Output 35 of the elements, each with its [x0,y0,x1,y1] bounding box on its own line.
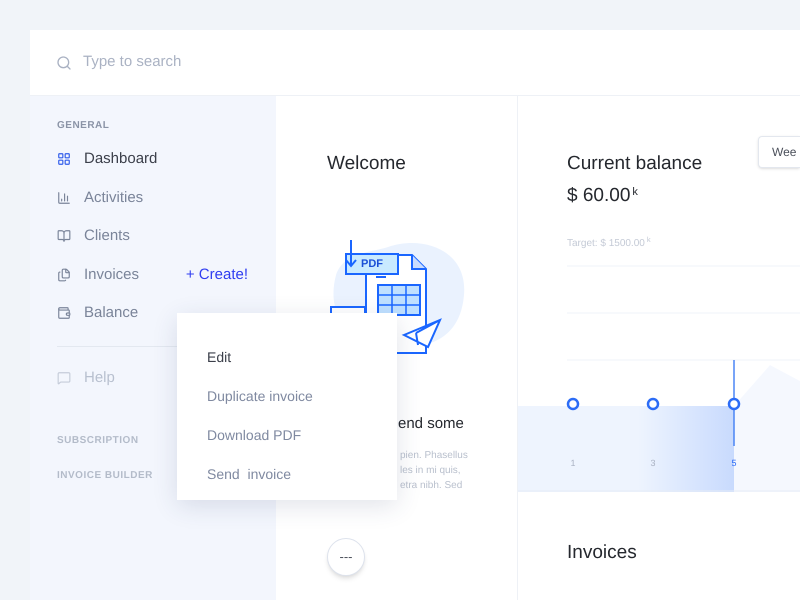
period-button[interactable]: Wee [758,136,800,168]
search-icon [56,54,72,70]
sidebar-item[interactable]: Activities [57,186,144,209]
bar-chart-icon [57,190,71,205]
documents-icon [57,268,71,282]
welcome-text: pien. Phasellus les in mi quis, etra nibh. Sed [400,449,468,493]
balance-title: Current balance [567,152,702,176]
sidebar-item[interactable]: Invoices [57,264,140,286]
menu-item[interactable]: Duplicate invoice [207,376,397,415]
balance-target: Target: $ 1500.00 $^{k}$ [566,236,652,251]
menu-item[interactable]: Send invoice [207,454,397,493]
chart-point[interactable] [728,398,740,410]
create-link[interactable]: + Create! [186,264,248,286]
grid-icon [57,152,71,166]
sidebar-item[interactable]: Clients [57,225,130,248]
menu-item[interactable]: Download PDF [207,415,397,454]
welcome-heading: end some [398,414,464,434]
wallet-icon [57,306,71,320]
sidebar-item[interactable]: Balance [57,302,138,324]
sidebar-item[interactable]: Dashboard [57,148,158,170]
search-field[interactable]: Type to search [83,51,456,74]
chart-point[interactable] [646,398,660,410]
book-icon [57,229,71,244]
section-label: GENERAL [57,119,110,133]
chart-point[interactable] [566,398,580,410]
menu-item[interactable]: Edit [207,337,397,376]
pdf-label: PDF [361,256,383,272]
axis-label: 3 [650,458,656,468]
chat-bubble-icon [57,370,71,385]
balance-amount: $ 60.00$^{k}$ [567,184,639,208]
welcome-title: Welcome [326,152,407,176]
axis-label: 1 [570,458,576,468]
axis-label: 5 [732,458,736,468]
invoices-title: Invoices [566,541,638,565]
more-button[interactable]: --- [327,538,365,576]
